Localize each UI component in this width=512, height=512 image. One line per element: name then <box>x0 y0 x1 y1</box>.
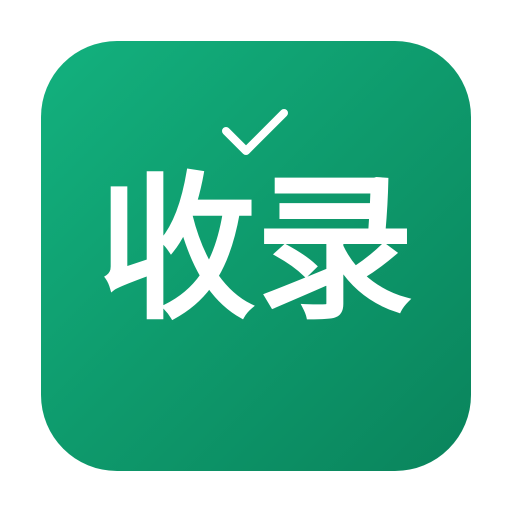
icon-canvas: 收录 <box>0 0 512 512</box>
app-icon-label: 收录 <box>98 158 414 342</box>
